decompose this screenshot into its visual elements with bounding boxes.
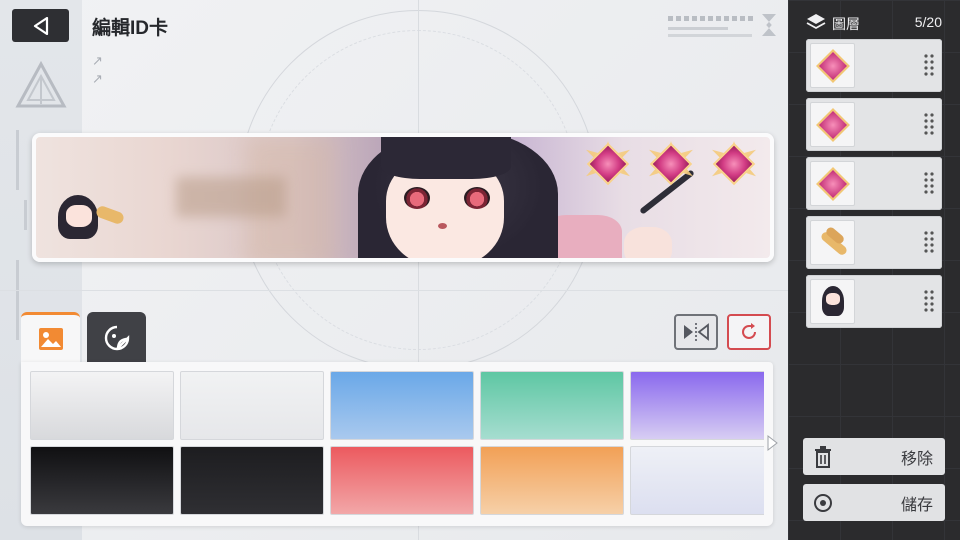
drag-handle-icon[interactable] [924,289,934,313]
drag-handle-icon[interactable] [924,112,934,136]
back-arrow-icon [33,16,48,35]
chibi-sticker[interactable] [54,195,126,241]
badge-icon [810,102,855,147]
layer-item[interactable] [806,275,942,328]
character-eye [464,187,490,209]
background-line [0,290,788,291]
layer-header: 圖層 5/20 [806,12,942,34]
swatch-white-grid[interactable] [180,371,324,440]
layer-count: 5/20 [914,14,942,30]
save-button[interactable]: 儲存 [803,484,945,521]
save-label: 儲存 [900,496,933,514]
flip-horizontal-button[interactable] [674,314,718,350]
tab-background[interactable] [21,312,80,363]
image-icon [38,328,63,350]
swatch-grid [30,371,764,519]
character-hand [624,227,672,258]
badge-stickers [580,141,762,191]
character-eye [404,187,430,209]
food-skewer-icon [810,220,855,265]
save-circle-icon [814,493,832,512]
swatch-red[interactable] [330,446,474,515]
chibi-character-icon [810,279,855,324]
layers-icon [806,14,826,30]
badge-icon[interactable] [706,141,762,191]
refresh-icon [742,323,756,339]
badge-icon [810,43,855,88]
layer-item[interactable] [806,98,942,151]
id-card-preview[interactable] [32,133,774,262]
diagonal-arrows-icon: ↗ ↗ [92,53,103,86]
swatch-blue[interactable] [330,371,474,440]
swatch-green[interactable] [480,371,624,440]
trash-icon [815,445,831,468]
layer-item[interactable] [806,216,942,269]
background-swatch-panel [21,362,773,526]
swatch-purple[interactable] [630,371,764,440]
page-title: 編輯ID卡 [92,18,169,39]
remove-button[interactable]: 移除 [803,438,945,475]
sticker-icon [104,325,129,350]
character-mouth [438,223,447,229]
brand-decoration [668,14,776,42]
flip-horizontal-icon [684,323,709,341]
swatch-black-marble[interactable] [30,446,174,515]
layer-item[interactable] [806,39,942,92]
character-bangs [381,137,511,179]
next-page-arrow[interactable] [765,434,779,452]
swatch-white-marble[interactable] [30,371,174,440]
drag-handle-icon[interactable] [924,230,934,254]
remove-label: 移除 [900,450,933,468]
swatch-white-iridescent[interactable] [630,446,764,515]
layer-item[interactable] [806,157,942,210]
badge-icon[interactable] [643,141,699,191]
badge-icon [810,161,855,206]
layer-title: 圖層 [832,16,860,32]
reset-button[interactable] [727,314,771,350]
background-blur [176,177,286,217]
triangle-logo-icon [14,60,68,117]
drag-handle-icon[interactable] [924,53,934,77]
drag-handle-icon[interactable] [924,171,934,195]
swatch-orange[interactable] [480,446,624,515]
tab-sticker[interactable] [87,312,146,363]
badge-icon[interactable] [580,141,636,191]
swatch-black-grid[interactable] [180,446,324,515]
chevron-right-icon [767,434,778,452]
back-button[interactable] [12,9,69,42]
